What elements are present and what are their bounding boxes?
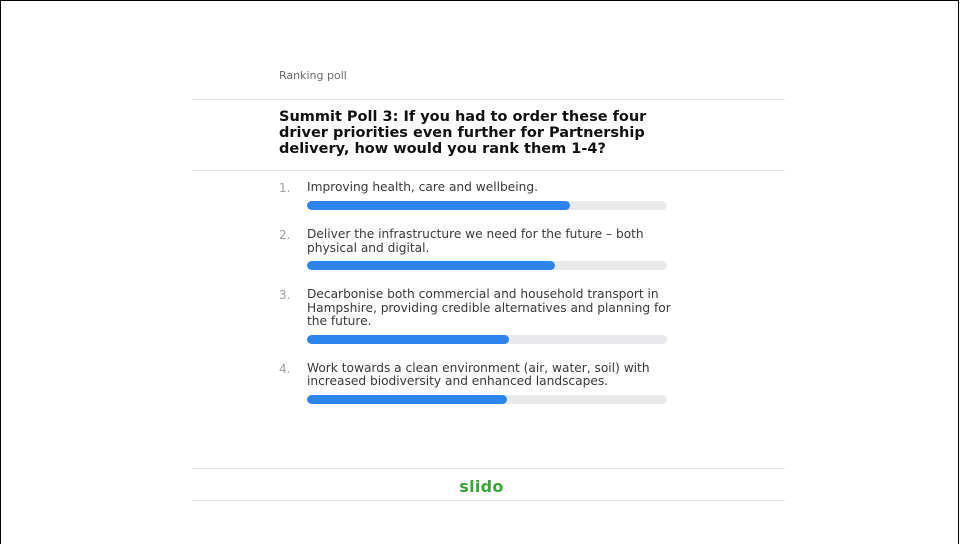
question-divider: [192, 170, 785, 171]
header-divider: [192, 99, 785, 100]
result-bar-track: [307, 261, 667, 270]
option-rank-number: 1.: [279, 181, 291, 195]
footer-bottom-divider: [192, 500, 785, 501]
option-text: Improving health, care and wellbeing.: [307, 180, 538, 194]
ranking-option: 4. Work towards a clean environment (air…: [279, 360, 699, 404]
result-bar-track: [307, 394, 667, 404]
poll-question: Summit Poll 3: If you had to order these…: [279, 109, 647, 157]
option-rank-number: 4.: [279, 361, 291, 376]
ranking-option: 3. Decarbonise both commercial and house…: [279, 287, 699, 344]
option-text: Work towards a clean environment (air, w…: [307, 360, 650, 388]
option-text: Deliver the infrastructure we need for t…: [307, 227, 644, 255]
footer-top-divider: [192, 468, 785, 469]
option-rank-number: 2.: [279, 228, 291, 242]
result-bar-fill: [307, 394, 507, 404]
result-bar-track: [307, 334, 667, 344]
ranking-options-list: 1. Improving health, care and wellbeing.…: [279, 180, 699, 422]
result-bar-fill: [307, 334, 509, 344]
result-bar-fill: [307, 261, 556, 270]
slido-logo: slido: [459, 477, 504, 496]
ranking-option: 2. Deliver the infrastructure we need fo…: [279, 227, 699, 270]
result-bar-track: [307, 201, 667, 210]
ranking-option: 1. Improving health, care and wellbeing.: [279, 180, 699, 210]
option-text: Decarbonise both commercial and househol…: [307, 287, 671, 328]
poll-type-label: Ranking poll: [279, 69, 347, 82]
result-bar-fill: [307, 201, 570, 210]
presentation-frame: Ranking poll Summit Poll 3: If you had t…: [0, 0, 959, 544]
option-rank-number: 3.: [279, 288, 291, 302]
